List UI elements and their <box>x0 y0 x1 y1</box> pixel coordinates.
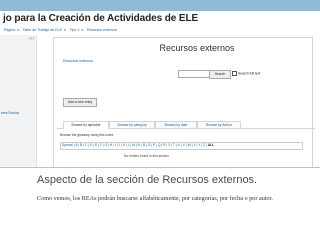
fulltext-label: Search full text <box>238 71 261 76</box>
caption-title: Aspecto de la sección de Recursos extern… <box>37 174 258 186</box>
alphabet-letter-links[interactable]: Special | A | B | C | D | E | F | G | H … <box>62 143 207 147</box>
tab-browse-date[interactable]: Browse by date <box>155 121 197 128</box>
tab-browse-author[interactable]: Browse by Author <box>197 121 241 128</box>
browser-top-bar <box>0 0 320 11</box>
breadcrumb-item-course[interactable]: Taller de Trabajo de ELE <box>23 28 62 32</box>
sidebar-link[interactable]: bres Escrita <box>1 111 19 115</box>
slide-caption: Aspecto de la sección de Recursos extern… <box>0 167 320 240</box>
breadcrumb: Página ► Taller de Trabajo de ELE ► Tipo 1… <box>4 28 117 32</box>
left-sidebar: ??? bres Escrita <box>0 35 37 167</box>
add-entry-button[interactable]: Add a new entry <box>63 98 97 107</box>
no-entries-message: No entries found in this section <box>124 154 170 158</box>
site-title: jo para la Creación de Actividades de EL… <box>3 13 199 24</box>
alphabet-all[interactable]: ALL <box>208 143 214 147</box>
glossary-sub-link[interactable]: Recursos externos <box>63 59 93 63</box>
browse-index-label: Browse the glossary using this index <box>60 133 114 137</box>
moodle-screenshot: jo para la Creación de Actividades de EL… <box>0 11 320 167</box>
caption-divider <box>0 167 320 168</box>
search-button[interactable]: Search <box>209 70 231 79</box>
search-input[interactable] <box>178 70 210 78</box>
fulltext-option[interactable]: Search full text <box>232 71 260 76</box>
page-title: Recursos externos <box>159 43 235 53</box>
breadcrumb-item-topic[interactable]: Tipo 1 <box>70 28 80 32</box>
main-content: Recursos externos Recursos externos Sear… <box>50 35 315 167</box>
fulltext-checkbox[interactable] <box>232 71 237 76</box>
glossary-panel: Recursos externos Recursos externos Sear… <box>53 37 315 167</box>
browse-tabs: Browse by alphabet Browse by category Br… <box>57 120 315 129</box>
breadcrumb-item-current[interactable]: Recursos externos <box>87 28 117 32</box>
caption-text: Como vemos, los REAs podrán buscarse alf… <box>37 195 273 202</box>
tab-browse-alphabet[interactable]: Browse by alphabet <box>63 121 109 129</box>
tab-browse-category[interactable]: Browse by category <box>109 121 155 128</box>
sidebar-edit-label[interactable]: ??? <box>28 37 34 41</box>
alphabet-index: Special | A | B | C | D | E | F | G | H … <box>60 142 303 150</box>
breadcrumb-item-home[interactable]: Página <box>4 28 15 32</box>
